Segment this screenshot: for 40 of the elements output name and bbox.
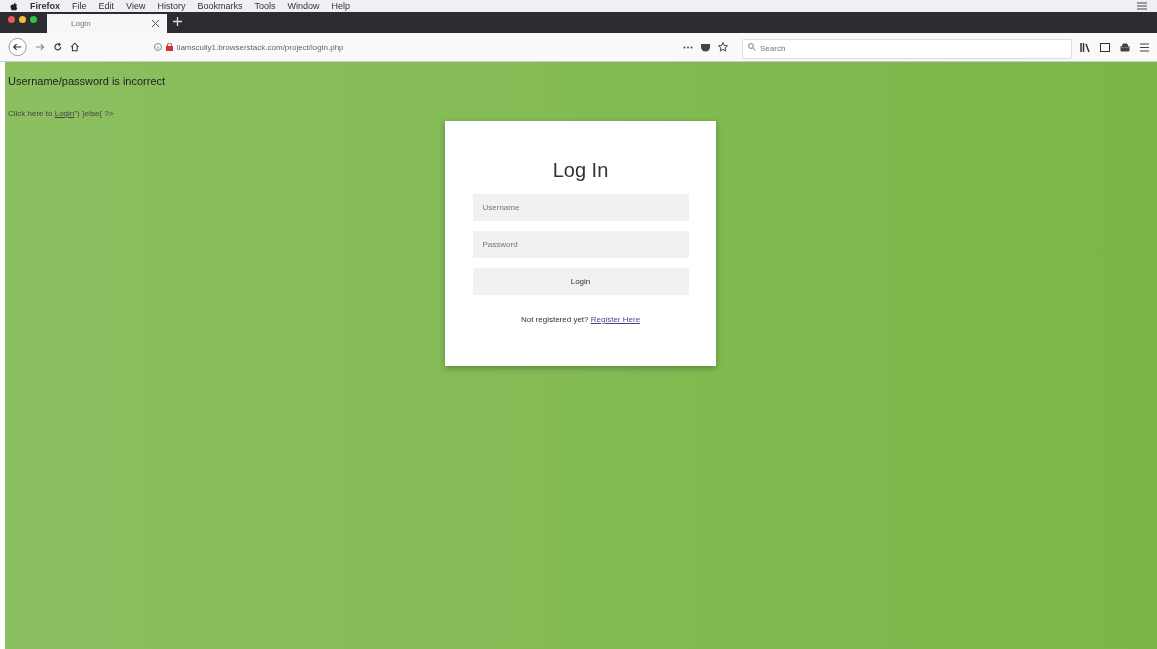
reload-icon[interactable] xyxy=(52,42,63,52)
library-icon[interactable] xyxy=(1080,42,1090,52)
register-link[interactable]: Register Here xyxy=(590,315,641,324)
sidebar-icon[interactable] xyxy=(1100,42,1110,52)
menu-icon[interactable] xyxy=(1140,42,1149,52)
menu-item[interactable]: Bookmarks xyxy=(197,1,243,11)
apple-icon[interactable] xyxy=(10,1,18,11)
menu-item[interactable]: Firefox xyxy=(30,1,60,11)
minimize-window-icon[interactable] xyxy=(19,16,26,23)
close-icon[interactable] xyxy=(152,20,159,27)
address-bar[interactable]: liamscully1.browserstack.com/project/login.php xyxy=(147,37,734,57)
url-text: liamscully1.browserstack.com/project/login.php xyxy=(176,42,344,52)
login-hint-text: Click here to Login") }else{ ?> xyxy=(8,109,115,118)
menu-item[interactable]: Window xyxy=(287,1,320,11)
menu-item[interactable]: View xyxy=(126,1,146,11)
forward-icon[interactable] xyxy=(35,42,45,52)
lock-icon xyxy=(165,43,173,51)
maximize-window-icon[interactable] xyxy=(30,16,37,23)
menu-item[interactable]: Edit xyxy=(98,1,115,11)
star-icon[interactable] xyxy=(718,42,728,52)
password-field[interactable]: Password xyxy=(472,231,689,258)
username-field[interactable]: Username xyxy=(472,194,689,221)
shield-icon[interactable] xyxy=(701,42,710,52)
new-tab-icon[interactable] xyxy=(173,17,182,26)
browser-tab[interactable]: Login xyxy=(47,14,167,33)
form-title: Log In xyxy=(552,159,609,182)
info-icon xyxy=(153,43,162,51)
login-button[interactable]: Login xyxy=(472,268,689,295)
back-icon[interactable] xyxy=(8,37,28,57)
menu-item[interactable]: Help xyxy=(331,1,350,11)
error-message: Username/password is incorrect xyxy=(8,75,167,87)
menu-item[interactable]: Tools xyxy=(254,1,276,11)
search-field[interactable]: Search xyxy=(742,38,1072,59)
home-icon[interactable] xyxy=(70,42,80,52)
close-window-icon[interactable] xyxy=(8,16,15,23)
menu-item[interactable]: History xyxy=(157,1,186,11)
menu-item[interactable]: File xyxy=(72,1,87,11)
register-text: Not registered yet? Register Here xyxy=(520,315,641,324)
login-link[interactable]: Login xyxy=(54,109,75,118)
more-icon[interactable] xyxy=(683,45,693,49)
